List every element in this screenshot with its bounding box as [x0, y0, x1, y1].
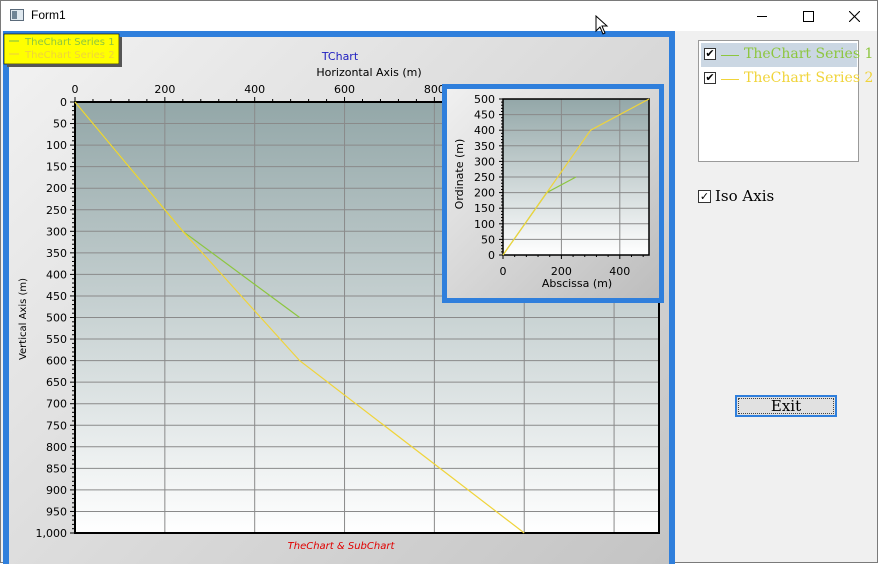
y-tick-label: 850: [46, 462, 67, 475]
chart-legend-shadow: [7, 64, 122, 67]
checklist-item-series-1[interactable]: ✔ TheChart Series 1: [701, 43, 873, 67]
y-tick-label: 750: [46, 419, 67, 432]
subchart-y-tick-label: 250: [474, 171, 495, 184]
checkbox-series-2[interactable]: ✔: [704, 72, 716, 84]
y-tick-label: 50: [53, 118, 67, 131]
y-tick-label: 800: [46, 441, 67, 454]
checklist-label-series-2: TheChart Series 2: [744, 70, 874, 86]
subchart-x-tick-label: 0: [500, 265, 507, 278]
subchart-y-tick-label: 450: [474, 109, 495, 122]
subchart-y-tick-label: 0: [488, 249, 495, 262]
checkbox-series-1[interactable]: ✔: [704, 48, 716, 60]
subchart-x-axis-title: Abscissa (m): [542, 277, 612, 290]
y-tick-label: 700: [46, 398, 67, 411]
chart-legend-label: TheChart Series 1: [24, 37, 115, 48]
checklist-label-series-1: TheChart Series 1: [744, 46, 874, 62]
iso-axis-checkbox[interactable]: ✓: [698, 190, 711, 203]
x-tick-label: 600: [334, 83, 355, 96]
y-tick-label: 300: [46, 225, 67, 238]
y-tick-label: 900: [46, 484, 67, 497]
y-tick-label: 550: [46, 333, 67, 346]
mouse-cursor-icon: [595, 15, 609, 35]
y-tick-label: 200: [46, 182, 67, 195]
x-tick-label: 0: [72, 83, 79, 96]
exit-button[interactable]: Exit: [735, 395, 837, 417]
y-tick-label: 400: [46, 268, 67, 281]
subchart-x-tick-label: 400: [609, 265, 630, 278]
subchart-y-tick-label: 400: [474, 124, 495, 137]
series-2-line-icon: [721, 79, 739, 80]
y-axis-title: Vertical Axis (m): [18, 278, 29, 360]
x-tick-label: 800: [424, 83, 445, 96]
y-tick-label: 500: [46, 312, 67, 325]
y-tick-label: 100: [46, 139, 67, 152]
subchart-y-tick-label: 100: [474, 218, 495, 231]
subchart-y-axis-title: Ordinate (m): [453, 139, 466, 210]
chart-footer: TheChart & SubChart: [288, 541, 396, 552]
form1-window: Form1 0 200 400 600 800 0 50 100 150 200 250 300 350…: [0, 0, 878, 564]
subchart-y-tick-label: 350: [474, 140, 495, 153]
y-tick-label: 250: [46, 204, 67, 217]
series-checklist: ✔ TheChart Series 1 ✔ TheChart Series 2: [698, 40, 873, 162]
subchart-y-tick-label: 50: [481, 233, 495, 246]
subchart-y-tick-label: 150: [474, 202, 495, 215]
subchart-y-tick-label: 500: [474, 93, 495, 106]
y-tick-label: 350: [46, 247, 67, 260]
subchart-y-tick-label: 200: [474, 187, 495, 200]
y-tick-label: 950: [46, 505, 67, 518]
checklist-item-series-2[interactable]: ✔ TheChart Series 2: [701, 67, 873, 91]
y-tick-label: 650: [46, 376, 67, 389]
y-tick-label: 450: [46, 290, 67, 303]
subchart-y-tick-label: 300: [474, 155, 495, 168]
x-tick-label: 200: [154, 83, 175, 96]
x-axis-title: Horizontal Axis (m): [316, 66, 421, 79]
y-tick-label: 0: [60, 96, 67, 109]
iso-axis-label: Iso Axis: [715, 187, 775, 205]
chart-legend-shadow: [119, 37, 122, 67]
y-tick-label: 150: [46, 161, 67, 174]
y-tick-label: 600: [46, 355, 67, 368]
series-1-line-icon: [721, 55, 739, 56]
y-tick-label: 1,000: [36, 527, 68, 540]
x-tick-label: 400: [244, 83, 265, 96]
chart-legend-label: TheChart Series 2: [24, 50, 115, 61]
chart-title: TChart: [321, 50, 359, 63]
